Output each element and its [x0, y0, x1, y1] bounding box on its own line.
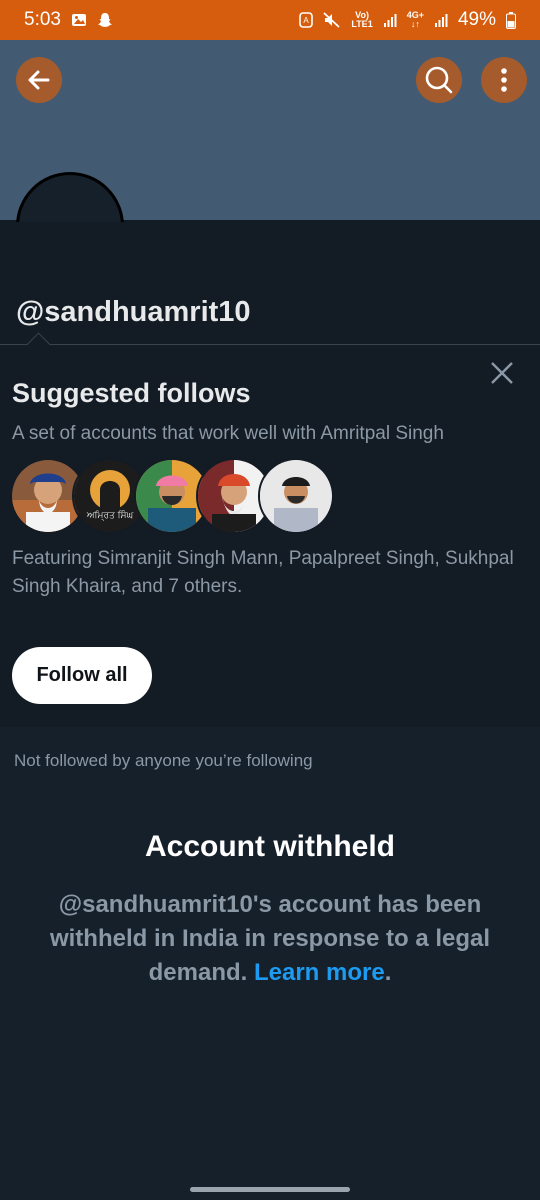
followers-context: Not followed by anyone you’re following: [14, 751, 313, 770]
svg-text:ਅਮ੍ਰਿਤ ਸਿੰਘ: ਅਮ੍ਰਿਤ ਸਿੰਘ: [86, 509, 134, 521]
close-button[interactable]: [488, 359, 516, 387]
suggested-subtitle: A set of accounts that work well with Am…: [12, 423, 444, 444]
status-bar: 5:03 A Vo) LTE1 4G+ ↓↑ 49%: [0, 0, 540, 40]
svg-text:A: A: [304, 16, 310, 25]
search-icon: [425, 66, 453, 94]
home-indicator[interactable]: [190, 1187, 350, 1192]
more-options-button[interactable]: [481, 57, 527, 103]
suggested-title: Suggested follows: [12, 378, 251, 408]
suggested-avatars: ਅਮ੍ਰਿਤ ਸਿੰਘ: [10, 458, 334, 536]
gallery-icon: [71, 12, 87, 28]
status-time: 5:03: [24, 9, 61, 30]
snapchat-icon: [97, 12, 113, 28]
more-vertical-icon: [501, 68, 507, 92]
follow-all-button[interactable]: Follow all: [12, 647, 152, 704]
arrow-left-icon: [28, 70, 50, 90]
signal-2-icon: [434, 13, 448, 27]
search-button[interactable]: [416, 57, 462, 103]
avatar-5[interactable]: [258, 458, 334, 534]
battery-percent: 49%: [457, 9, 496, 30]
alarm-icon: A: [299, 12, 314, 28]
withheld-period: .: [384, 959, 392, 986]
volte-indicator: Vo) LTE1: [351, 10, 373, 29]
learn-more-link[interactable]: Learn more: [254, 959, 385, 986]
withheld-message: @sandhuamrit10's account has been withhe…: [40, 888, 500, 990]
4g-indicator: 4G+ ↓↑: [406, 10, 424, 29]
signal-icon: [383, 13, 397, 27]
battery-icon: [506, 11, 516, 29]
suggested-follows-card: Suggested follows A set of accounts that…: [0, 345, 540, 727]
close-icon: [491, 362, 513, 384]
mute-icon: [323, 12, 341, 28]
profile-handle: @sandhuamrit10: [16, 296, 251, 328]
featuring-text: Featuring Simranjit Singh Mann, Papalpre…: [12, 548, 514, 597]
back-button[interactable]: [16, 57, 62, 103]
withheld-title: Account withheld: [145, 830, 395, 863]
